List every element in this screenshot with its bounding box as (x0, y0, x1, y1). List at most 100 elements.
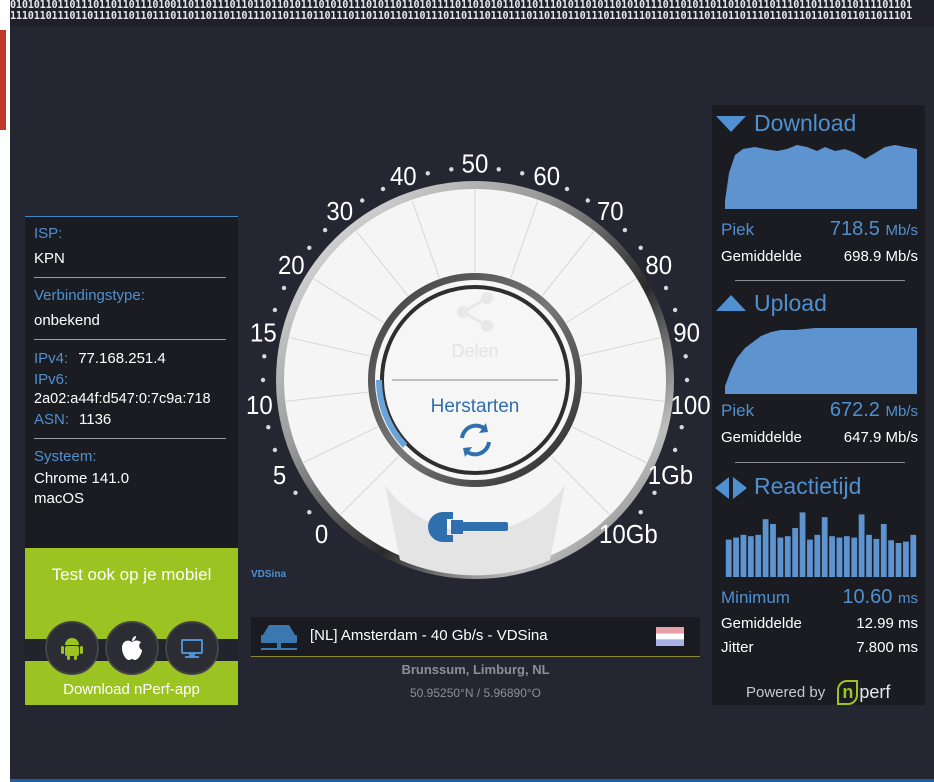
ipv6-value: 2a02:a44f:d547:0:7c9a:718 (34, 391, 211, 407)
browser-value: Chrome 141.0 (34, 470, 130, 487)
gauge-tick-dot (307, 245, 312, 250)
latency-bar (807, 539, 813, 577)
latency-minimum-value: 10.60 (842, 586, 893, 608)
isp-value: KPN (34, 250, 65, 267)
latency-bar (843, 536, 850, 577)
gauge-label: 10 (246, 391, 273, 420)
gauge-label: 30 (326, 197, 353, 226)
system-label: Systeem: (34, 448, 97, 465)
server-selector[interactable]: [NL] Amsterdam - 40 Gb/s - VDSina (251, 617, 700, 657)
latency-bar (733, 537, 739, 577)
latency-graph (725, 512, 917, 577)
gauge-tick-dot (360, 198, 365, 203)
upload-title: Upload (754, 290, 827, 316)
download-app-link[interactable]: Download nPerf-app (25, 681, 238, 698)
desktop-app-button[interactable] (165, 621, 219, 675)
divider (34, 339, 226, 340)
ios-app-button[interactable] (105, 621, 159, 675)
nperf-logo[interactable]: n perf (837, 680, 891, 705)
gauge-tick-dot (663, 285, 669, 291)
results-panel: Download Piek 718.5 Mb/s Gemiddelde 698.… (712, 105, 925, 705)
latency-average-label: Gemiddelde (721, 615, 802, 632)
gauge-tick-dot (684, 377, 690, 383)
gauge-label: 80 (645, 251, 672, 280)
mobile-app-promo[interactable]: Test ook op je mobiel Download nPerf-app (25, 548, 238, 705)
download-peak-label: Piek (721, 220, 755, 239)
nperf-logo-text: perf (859, 682, 891, 702)
download-arrow-icon (716, 116, 746, 132)
download-graph (725, 145, 917, 209)
gauge-tick-dot (380, 186, 386, 192)
latency-minimum: 10.60 ms (842, 586, 918, 609)
divider (735, 462, 905, 463)
gauge-tick-dot (622, 227, 628, 233)
gauge-tick-dot (652, 490, 657, 495)
latency-bar (880, 523, 887, 577)
asn-label: ASN: (34, 411, 70, 428)
share-label: Delen (451, 341, 498, 361)
upload-peak-unit: Mb/s (885, 403, 918, 420)
netherlands-flag-icon (656, 627, 684, 646)
server-name: [NL] Amsterdam - 40 Gb/s - VDSina (310, 627, 548, 644)
android-app-button[interactable] (45, 621, 99, 675)
upload-peak-label: Piek (721, 401, 755, 420)
upload-arrow-icon (716, 295, 746, 311)
isp-label: ISP: (34, 225, 63, 242)
latency-bar (725, 539, 732, 577)
gauge-label: 5 (273, 461, 286, 490)
latency-bar (895, 543, 902, 577)
gauge-tick-dot (293, 490, 298, 495)
download-average-label: Gemiddelde (721, 248, 802, 265)
gauge-tick-dot (307, 510, 312, 515)
gauge-tick-dot (272, 307, 278, 313)
ipv4-value: 77.168.251.4 (78, 350, 166, 367)
latency-minimum-unit: ms (898, 590, 918, 607)
connection-type-label: Verbindingstype: (34, 287, 145, 304)
desktop-icon (181, 639, 203, 658)
latency-bar (762, 519, 769, 577)
server-location: Brunssum, Limburg, NL (401, 662, 550, 677)
gauge-tick-dot (672, 447, 678, 453)
latency-bar (777, 537, 784, 577)
ipv6-label: IPv6: (34, 371, 69, 388)
server-icon (261, 625, 297, 650)
gauge-tick-dot (496, 167, 501, 172)
download-peak-value: 718.5 (829, 218, 880, 240)
latency-bar (784, 536, 791, 577)
connection-info-panel: ISP: KPN Verbindingstype: onbekend IPv4:… (25, 216, 238, 548)
jitter-value: 7.800 ms (856, 639, 918, 656)
powered-by-label: Powered by (746, 684, 826, 701)
latency-bar (770, 523, 776, 577)
upload-graph (725, 328, 917, 394)
gauge-tick-dot (266, 425, 271, 430)
gauge-tick-dot (672, 307, 678, 313)
binary-header: 0101011011011101101101110100110110111011… (10, 0, 934, 26)
gauge-tick-dot (683, 354, 688, 359)
latency-bar (873, 538, 880, 577)
latency-bar (747, 536, 754, 577)
gauge-label: 0 (315, 520, 328, 549)
gauge-label: 1Gb (648, 461, 693, 490)
powered-by: Powered by n perf (746, 679, 891, 705)
gauge-tick-dot (638, 510, 643, 515)
latency-bar (799, 512, 806, 577)
latency-bar (888, 540, 895, 577)
download-peak-unit: Mb/s (885, 222, 918, 239)
vdsina-brand: VDSina (251, 569, 286, 580)
gauge-tick-dot (564, 186, 570, 192)
gauge-tick-dot (425, 171, 430, 176)
gauge-label: 15 (250, 319, 277, 348)
latency-minimum-label: Minimum (721, 588, 790, 607)
apple-icon (122, 636, 142, 660)
upload-peak: 672.2 Mb/s (830, 399, 918, 422)
jitter-label: Jitter (721, 639, 754, 656)
download-peak: 718.5 Mb/s (830, 218, 918, 241)
gauge-label: 20 (278, 251, 305, 280)
latency-bar (755, 534, 762, 577)
latency-average-value: 12.99 ms (856, 615, 918, 632)
mobile-promo-title: Test ook op je mobiel (51, 565, 212, 584)
gauge-label: 40 (390, 162, 417, 191)
latency-bar (814, 534, 821, 577)
nperf-logo-mark: n (837, 680, 859, 705)
server-coordinates: 50.95250°N / 5.96890°O (409, 686, 542, 700)
